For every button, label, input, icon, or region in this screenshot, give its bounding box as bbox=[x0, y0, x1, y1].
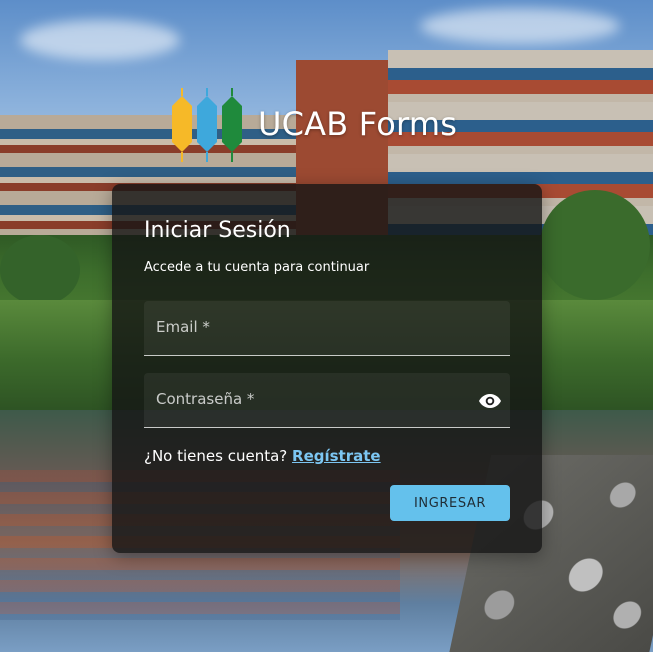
cloud bbox=[420, 8, 620, 44]
brand-name: UCAB Forms bbox=[258, 105, 458, 143]
brand-logo: UCAB Forms bbox=[168, 84, 457, 164]
login-button[interactable]: INGRESAR bbox=[390, 485, 510, 521]
email-input[interactable] bbox=[144, 301, 510, 355]
tree bbox=[0, 235, 80, 305]
register-link[interactable]: Regístrate bbox=[292, 447, 381, 465]
eye-icon[interactable] bbox=[478, 389, 502, 413]
password-field[interactable]: Contraseña * bbox=[144, 373, 510, 428]
register-row: ¿No tienes cuenta? Regístrate bbox=[144, 447, 381, 465]
register-prompt: ¿No tienes cuenta? bbox=[144, 447, 288, 465]
login-subtitle: Accede a tu cuenta para continuar bbox=[144, 260, 370, 275]
ucab-forms-logo-icon bbox=[172, 88, 242, 162]
login-title: Iniciar Sesión bbox=[144, 218, 291, 243]
login-card: Iniciar Sesión Accede a tu cuenta para c… bbox=[112, 184, 542, 553]
password-input[interactable] bbox=[144, 373, 510, 427]
tree bbox=[540, 190, 650, 300]
email-field[interactable]: Email * bbox=[144, 301, 510, 356]
cloud bbox=[20, 20, 180, 60]
